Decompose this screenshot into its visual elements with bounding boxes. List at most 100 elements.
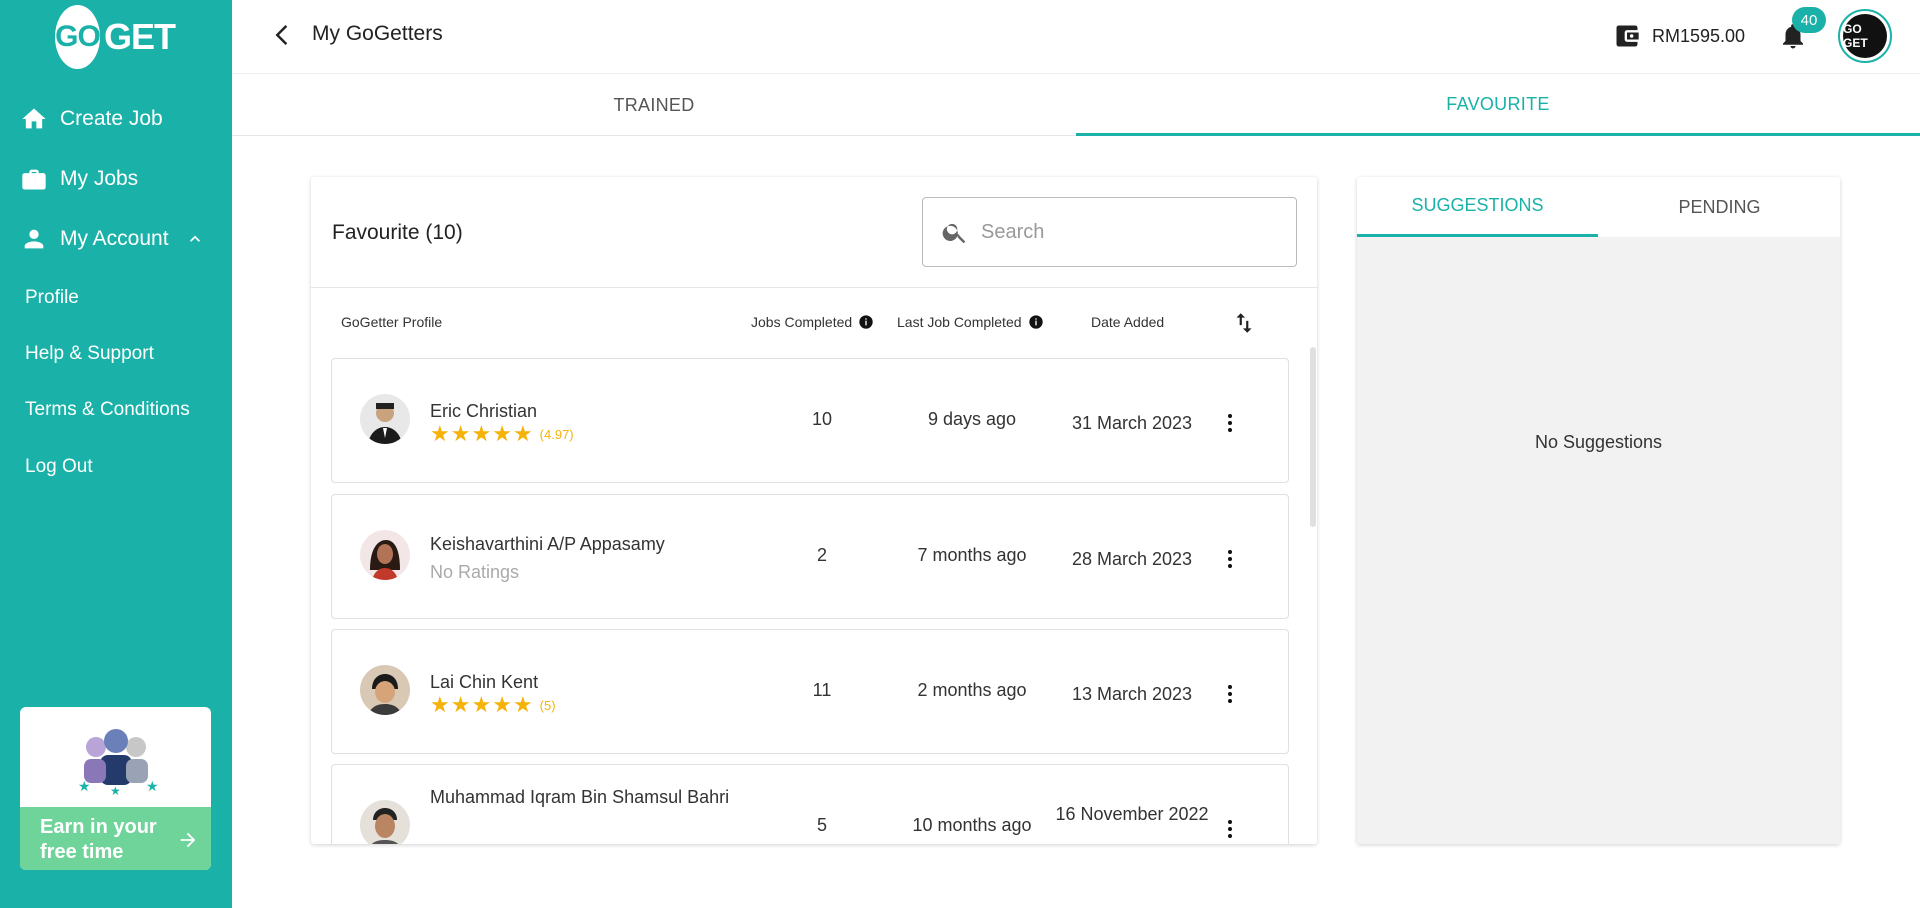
user-avatar[interactable]: GO GET	[1838, 9, 1892, 63]
info-icon[interactable]	[858, 314, 874, 330]
person-icon	[24, 229, 44, 249]
gogetter-avatar	[360, 530, 410, 580]
suggestions-panel: SUGGESTIONS PENDING No Suggestions	[1357, 177, 1840, 844]
sidebar-item-label: My Account	[60, 227, 169, 250]
column-label: Jobs Completed	[751, 314, 853, 330]
jobs-completed: 2	[816, 545, 827, 565]
jobs-completed: 10	[811, 409, 833, 429]
page-title: My GoGetters	[312, 22, 443, 45]
svg-text:★: ★	[146, 778, 159, 794]
jobs-completed: 5	[816, 815, 827, 835]
search-box[interactable]	[922, 197, 1297, 267]
gogetter-name: Muhammad Iqram Bin Shamsul Bahri	[430, 787, 730, 807]
back-arrow-icon[interactable]	[268, 20, 298, 50]
table-row[interactable]: Eric Christian ★ ★ ★ ★ ★ (4.97) 10 9 days ag…	[331, 358, 1289, 483]
last-job-completed: 10 months ago	[912, 815, 1032, 835]
star-icon: ★	[512, 421, 533, 446]
column-label: Date Added	[1091, 314, 1165, 330]
logo-get: GET	[103, 16, 176, 57]
date-added: 31 March 2023	[1071, 413, 1193, 433]
info-icon[interactable]	[1028, 314, 1044, 330]
tab-trained[interactable]: TRAINED	[232, 75, 1076, 136]
star-icon: ★	[450, 692, 471, 717]
sidebar-item-help-support[interactable]: Help & Support	[25, 343, 154, 365]
tab-suggestions[interactable]: SUGGESTIONS	[1357, 177, 1598, 237]
star-icon: ★	[512, 692, 533, 717]
rating-score: (5)	[539, 697, 556, 713]
tab-favourite[interactable]: FAVOURITE	[1076, 75, 1920, 136]
sidebar-item-my-account[interactable]: My Account	[20, 225, 205, 253]
top-header: My GoGetters RM1595.00 40 GO GET	[232, 0, 1920, 74]
column-label: GoGetter Profile	[341, 314, 443, 330]
favourite-title: Favourite (10)	[332, 221, 463, 244]
sidebar-item-create-job[interactable]: Create Job	[20, 105, 163, 133]
svg-text:★: ★	[110, 784, 121, 797]
sidebar-item-terms[interactable]: Terms & Conditions	[25, 399, 190, 421]
more-options-icon[interactable]	[1212, 676, 1248, 712]
home-icon	[22, 108, 46, 129]
gogetter-avatar	[360, 800, 410, 844]
goget-logo[interactable]: GO GET	[55, 2, 176, 72]
logo-go: GO	[55, 5, 101, 69]
more-options-icon[interactable]	[1212, 541, 1248, 577]
scrollbar-thumb[interactable]	[1310, 347, 1316, 527]
empty-state-text: No Suggestions	[1534, 432, 1663, 452]
date-added: 16 November 2022	[1055, 804, 1209, 824]
column-header-date-added: Date Added	[1091, 314, 1164, 330]
table-row[interactable]: Keishavarthini A/P Appasamy No Ratings 2…	[331, 494, 1289, 619]
star-rating: ★ ★ ★ ★ ★ (4.97)	[430, 423, 574, 445]
last-job-completed: 9 days ago	[927, 409, 1017, 429]
svg-text:★: ★	[78, 778, 91, 794]
more-options-icon[interactable]	[1212, 405, 1248, 441]
date-added: 13 March 2023	[1071, 684, 1193, 704]
column-label: Last Job Completed	[897, 314, 1022, 330]
favourite-card: Favourite (10) GoGetter Profile Jobs Com…	[311, 177, 1317, 844]
side-tab-bar: SUGGESTIONS PENDING	[1357, 177, 1840, 237]
gogetter-avatar	[360, 394, 410, 444]
gogetter-name: Keishavarthini A/P Appasamy	[430, 534, 665, 554]
sidebar-item-log-out[interactable]: Log Out	[25, 456, 93, 478]
tab-pending[interactable]: PENDING	[1599, 177, 1840, 237]
sidebar-item-profile[interactable]: Profile	[25, 287, 79, 309]
column-header-last-job: Last Job Completed	[897, 314, 1044, 330]
sort-icon[interactable]	[1231, 309, 1257, 337]
column-header-profile: GoGetter Profile	[341, 314, 442, 330]
star-icon: ★	[492, 692, 512, 717]
sidebar-item-my-jobs[interactable]: My Jobs	[20, 165, 138, 193]
star-icon: ★	[450, 421, 471, 446]
star-rating: ★ ★ ★ ★ ★ (5)	[430, 694, 556, 716]
table-row[interactable]: Lai Chin Kent ★ ★ ★ ★ ★ (5) 11 2 months ago …	[331, 629, 1289, 754]
chevron-up-icon[interactable]	[185, 229, 205, 249]
tab-bar: TRAINED FAVOURITE	[232, 75, 1920, 136]
gogetters-illustration: ★ ★ ★	[20, 707, 211, 807]
search-input[interactable]	[981, 220, 1271, 244]
star-icon: ★	[430, 692, 450, 717]
table-row[interactable]: Muhammad Iqram Bin Shamsul Bahri 5 10 mo…	[331, 764, 1289, 844]
sidebar: GO GET Create Job My Jobs My Account Pro…	[0, 0, 232, 908]
briefcase-icon	[22, 169, 46, 190]
star-icon: ★	[430, 421, 450, 446]
star-icon: ★	[471, 692, 492, 717]
avatar-text: GO GET	[1843, 14, 1887, 58]
sidebar-item-label: My Jobs	[60, 167, 139, 190]
date-added: 28 March 2023	[1071, 549, 1193, 569]
wallet-balance[interactable]: RM1595.00	[1652, 26, 1745, 47]
no-ratings-text: No Ratings	[430, 562, 520, 582]
column-header-jobs: Jobs Completed	[751, 314, 874, 330]
star-icon: ★	[471, 421, 492, 446]
more-options-icon[interactable]	[1212, 811, 1248, 844]
rating-score: (4.97)	[539, 426, 574, 442]
notification-badge: 40	[1792, 7, 1826, 33]
star-icon: ★	[492, 421, 512, 446]
arrow-right-icon	[180, 832, 196, 848]
jobs-completed: 11	[812, 680, 832, 700]
promo-banner[interactable]: Earn in your free time	[20, 807, 211, 870]
last-job-completed: 2 months ago	[917, 680, 1027, 700]
last-job-completed: 7 months ago	[917, 545, 1027, 565]
gogetter-avatar	[360, 665, 410, 715]
sidebar-item-label: Create Job	[60, 107, 163, 130]
earn-promo-card[interactable]: ★ ★ ★ Earn in your free time	[20, 707, 211, 870]
divider	[311, 287, 1317, 288]
search-icon	[942, 223, 966, 244]
wallet-icon[interactable]	[1612, 22, 1642, 50]
